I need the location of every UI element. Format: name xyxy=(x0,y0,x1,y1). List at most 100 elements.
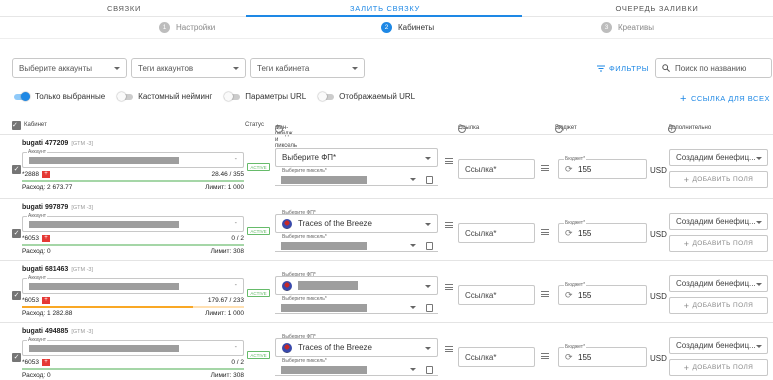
tab-upload-queue[interactable]: ОЧЕРЕДЬ ЗАЛИВКИ xyxy=(557,4,757,13)
copy-icon[interactable] xyxy=(426,304,433,312)
redacted-pixel xyxy=(281,304,367,312)
beneficiary-select[interactable]: Создадим бенефиц... xyxy=(669,149,768,166)
add-fields-label: ДОБАВИТЬ ПОЛЯ xyxy=(692,176,754,183)
link-input[interactable]: Ссылка* xyxy=(458,347,535,367)
drag-handle-icon[interactable] xyxy=(445,222,453,228)
switch-on[interactable] xyxy=(14,92,30,101)
row-checkbox[interactable]: ✓ xyxy=(12,229,21,238)
drag-handle-icon[interactable] xyxy=(445,346,453,352)
page-avatar-icon xyxy=(282,342,292,353)
row-checkbox[interactable]: ✓ xyxy=(12,165,21,174)
toggle-only-selected[interactable]: Только выбранные xyxy=(14,92,105,101)
account-float-label: Аккаунт xyxy=(27,275,48,281)
budget-input[interactable]: Бюджет* ⟳ 155 xyxy=(558,282,647,305)
budget-input[interactable]: Бюджет* ⟳ 155 xyxy=(558,344,647,367)
select-all-checkbox[interactable]: ✓ xyxy=(12,121,21,130)
cabinet-name-text: bugati 681463 xyxy=(22,266,69,273)
fanpage-select[interactable]: Traces of the Breeze xyxy=(275,338,438,357)
row-checkbox[interactable]: ✓ xyxy=(12,353,21,362)
drag-handle-icon[interactable] xyxy=(541,229,549,235)
sync-icon[interactable]: ⟳ xyxy=(565,353,573,362)
drag-handle-icon[interactable] xyxy=(541,353,549,359)
step-cabinets[interactable]: 2 Кабинеты xyxy=(381,22,434,33)
spend-summary: Расход: 0 Лимит: 308 xyxy=(22,248,244,255)
select-account-tags[interactable]: Теги аккаунтов xyxy=(131,58,246,78)
pixel-select[interactable]: Выберите пиксель* xyxy=(275,167,438,186)
account-select[interactable]: Аккаунт - xyxy=(22,337,244,356)
switch-off[interactable] xyxy=(318,92,335,101)
pixel-select[interactable]: Выберите пиксель* xyxy=(275,357,438,376)
toggle-custom-naming[interactable]: Кастомный нейминг xyxy=(117,92,212,101)
beneficiary-select[interactable]: Создадим бенефиц... xyxy=(669,337,768,354)
step-creatives[interactable]: 3 Креативы xyxy=(601,22,654,33)
spend-progress-bar xyxy=(22,368,244,370)
add-fields-label: ДОБАВИТЬ ПОЛЯ xyxy=(692,302,754,309)
select-cabinet-tags[interactable]: Теги кабинета xyxy=(250,58,365,78)
copy-icon[interactable] xyxy=(426,176,433,184)
tab-bundles[interactable]: СВЯЗКИ xyxy=(24,4,224,13)
fanpage-select[interactable] xyxy=(275,276,438,295)
step-number: 1 xyxy=(159,22,170,33)
status-badge: ACTIVE xyxy=(247,227,270,235)
drag-handle-icon[interactable] xyxy=(445,158,453,164)
budget-input[interactable]: Бюджет* ⟳ 155 xyxy=(558,156,647,179)
account-select[interactable]: Аккаунт - xyxy=(22,149,244,168)
plus-icon: + xyxy=(683,174,690,185)
sync-icon[interactable]: ⟳ xyxy=(565,165,573,174)
beneficiary-placeholder: Создадим бенефиц... xyxy=(676,217,756,226)
drag-handle-icon[interactable] xyxy=(541,291,549,297)
filters-button[interactable]: ФИЛЬТРЫ xyxy=(597,64,649,73)
drag-handle-icon[interactable] xyxy=(541,165,549,171)
account-select[interactable]: Аккаунт - xyxy=(22,275,244,294)
beneficiary-select[interactable]: Создадим бенефиц... xyxy=(669,275,768,292)
help-icon[interactable]: ? xyxy=(555,125,563,133)
card-number: *6053 xyxy=(22,297,39,305)
add-fields-button[interactable]: + ДОБАВИТЬ ПОЛЯ xyxy=(669,359,768,376)
link-input[interactable]: Ссылка* xyxy=(458,159,535,179)
link-for-all-button[interactable]: + ССЫЛКА ДЛЯ ВСЕХ xyxy=(680,93,770,104)
sync-icon[interactable]: ⟳ xyxy=(565,291,573,300)
chevron-down-icon xyxy=(425,347,431,350)
pixel-select[interactable]: Выберите пиксель* xyxy=(275,233,438,252)
fp-name: Traces of the Breeze xyxy=(298,343,372,352)
step-settings[interactable]: 1 Настройки xyxy=(159,22,215,33)
search-input[interactable]: Поиск по названию xyxy=(655,58,772,78)
fanpage-select[interactable]: Traces of the Breeze xyxy=(275,214,438,233)
spend-limit: Лимит: 1 000 xyxy=(205,184,244,191)
card-info: *6053 +179.67 / 233 xyxy=(22,297,244,304)
budget-input[interactable]: Бюджет* ⟳ 155 xyxy=(558,220,647,243)
help-icon[interactable]: ? xyxy=(668,125,676,133)
select-accounts[interactable]: Выберите аккаунты xyxy=(12,58,127,78)
table-row: ✓ bugati 477209 [GTM -3] Аккаунт - *2888 +… xyxy=(0,134,773,196)
toggle-display-url[interactable]: Отображаемый URL xyxy=(318,92,415,101)
currency-label: USD xyxy=(650,354,667,363)
page-avatar-icon xyxy=(282,280,292,291)
copy-icon[interactable] xyxy=(426,366,433,374)
budget-value: 155 xyxy=(578,291,592,300)
drag-handle-icon[interactable] xyxy=(445,284,453,290)
tab-upload-bundle[interactable]: ЗАЛИТЬ СВЯЗКУ xyxy=(285,4,485,13)
row-checkbox[interactable]: ✓ xyxy=(12,291,21,300)
toggle-url-params[interactable]: Параметры URL xyxy=(224,92,306,101)
add-fields-button[interactable]: + ДОБАВИТЬ ПОЛЯ xyxy=(669,235,768,252)
page-avatar-icon xyxy=(282,218,292,229)
switch-off[interactable] xyxy=(117,92,134,101)
add-fields-button[interactable]: + ДОБАВИТЬ ПОЛЯ xyxy=(669,171,768,188)
flag-icon: + xyxy=(42,297,50,304)
fanpage-select[interactable]: Выберите ФП* xyxy=(275,148,438,167)
link-input[interactable]: Ссылка* xyxy=(458,223,535,243)
sync-icon[interactable]: ⟳ xyxy=(565,229,573,238)
redacted-fp-name xyxy=(298,281,358,290)
account-select[interactable]: Аккаунт - xyxy=(22,213,244,232)
beneficiary-select[interactable]: Создадим бенефиц... xyxy=(669,213,768,230)
add-fields-button[interactable]: + ДОБАВИТЬ ПОЛЯ xyxy=(669,297,768,314)
copy-icon[interactable] xyxy=(426,242,433,250)
pixel-select[interactable]: Выберите пиксель* xyxy=(275,295,438,314)
chevron-down-icon xyxy=(756,157,762,160)
switch-off[interactable] xyxy=(224,92,241,101)
chevron-down-icon xyxy=(410,244,416,247)
help-icon[interactable]: ? xyxy=(275,125,283,133)
help-icon[interactable]: ? xyxy=(458,125,466,133)
currency-label: USD xyxy=(650,230,667,239)
link-input[interactable]: Ссылка* xyxy=(458,285,535,305)
